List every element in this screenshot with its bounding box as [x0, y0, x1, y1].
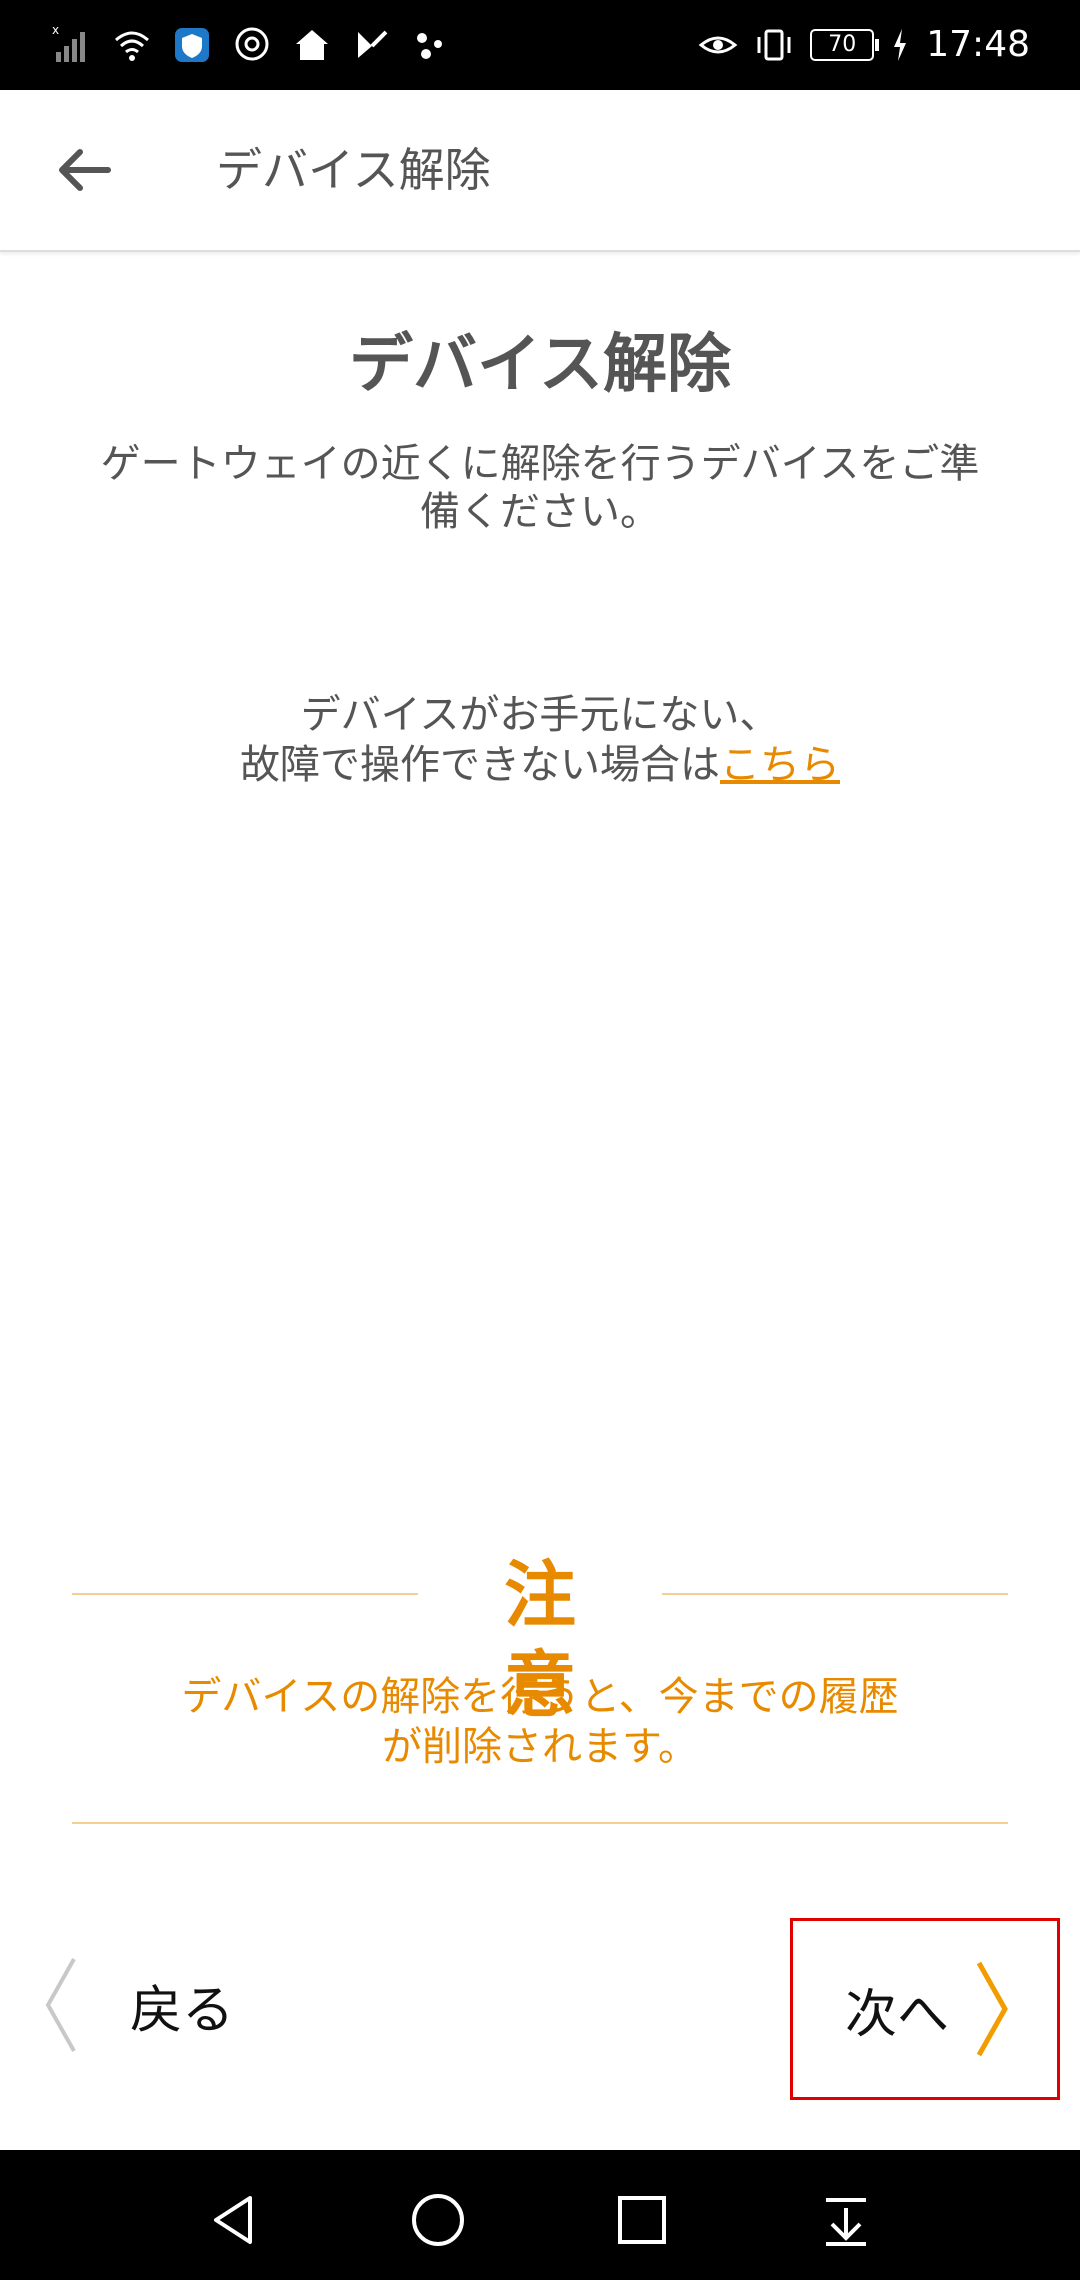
back-triangle-icon[interactable]: [204, 2190, 264, 2250]
status-bar: x 70 17:48: [0, 0, 1080, 90]
caution-text: デバイスの解除を行うと、今までの履歴 が削除されます。: [60, 1672, 1020, 1772]
back-button[interactable]: 戻る: [40, 1950, 234, 2060]
home-circle-icon[interactable]: [408, 2190, 468, 2250]
next-button-label: 次へ: [845, 1984, 950, 2045]
instruction-line-1: ゲートウェイの近くに解除を行うデバイスをご準: [100, 441, 980, 487]
back-arrow-icon[interactable]: [52, 140, 116, 200]
recents-square-icon[interactable]: [612, 2190, 672, 2250]
chevron-right-icon: [976, 1961, 1008, 2057]
caution-line-2: が削除されます。: [382, 1724, 698, 1770]
instruction-text: ゲートウェイの近くに解除を行うデバイスをご準 備ください。: [60, 440, 1020, 536]
svg-text:x: x: [52, 23, 59, 37]
page-title: デバイス解除: [348, 328, 732, 402]
app-header: デバイス解除: [0, 90, 1080, 252]
battery-icon: 70: [810, 29, 880, 61]
status-time: 17:48: [926, 24, 1030, 65]
no-device-line-1: デバイスがお手元にない、: [300, 692, 780, 738]
vibrate-icon: [757, 29, 791, 61]
charging-icon: [894, 29, 907, 61]
caution-line-1: デバイスの解除を行うと、今までの履歴: [181, 1674, 899, 1720]
shield-app-icon: [175, 28, 209, 62]
media-icon: [358, 30, 388, 58]
wifi-icon: [115, 31, 149, 61]
caution-divider-left: [72, 1593, 418, 1595]
here-link[interactable]: こちら: [720, 742, 840, 788]
home-icon: [296, 30, 328, 60]
notification-pulldown-icon[interactable]: [816, 2190, 876, 2250]
signal-icon: x: [52, 23, 85, 62]
system-nav-bar: [0, 2150, 1080, 2280]
status-left-icons: x: [52, 22, 452, 66]
no-device-line-2: 故障で操作できない場合はこちら: [60, 740, 1020, 790]
status-right-icons: 70 17:48: [698, 22, 1030, 68]
chrome-icon: [235, 27, 269, 61]
back-button-label: 戻る: [130, 1980, 235, 2041]
chevron-left-icon: [45, 1958, 76, 2052]
caution-divider-bottom: [72, 1822, 1008, 1824]
eye-icon: [698, 36, 738, 54]
no-device-notice: デバイスがお手元にない、 故障で操作できない場合はこちら: [60, 690, 1020, 790]
instruction-line-2: 備ください。: [420, 489, 660, 535]
header-title: デバイス解除: [216, 143, 491, 197]
no-device-prefix: 故障で操作できない場合は: [240, 742, 720, 788]
next-button[interactable]: 次へ: [790, 1918, 1060, 2100]
dots-icon: [417, 33, 442, 59]
caution-divider-right: [662, 1593, 1008, 1595]
